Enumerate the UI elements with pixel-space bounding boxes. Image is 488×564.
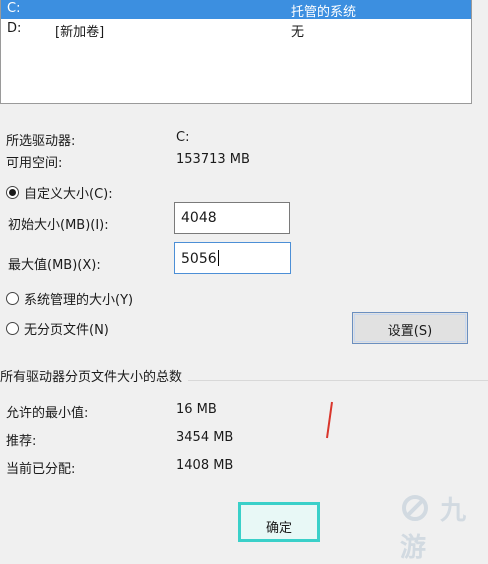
system-managed-label[interactable]: 系统管理的大小(Y) (24, 289, 133, 308)
max-size-input[interactable]: 5056 (174, 242, 291, 274)
max-size-value: 5056 (181, 251, 217, 267)
min-allowed-label: 允许的最小值: (6, 406, 89, 421)
selected-drive-label: 所选驱动器: (6, 134, 76, 149)
system-managed-radio[interactable] (6, 292, 19, 305)
totals-heading: 所有驱动器分页文件大小的总数 (0, 366, 189, 385)
recommended-value: 3454 MB (176, 430, 234, 445)
custom-size-radio[interactable] (6, 186, 19, 199)
initial-size-label: 初始大小(MB)(I): (8, 218, 109, 233)
text-caret (217, 250, 219, 266)
watermark-logo: 九游 (400, 490, 488, 564)
watermark-logo-icon (402, 495, 428, 521)
set-button[interactable]: 设置(S) (352, 312, 468, 344)
custom-size-label[interactable]: 自定义大小(C): (24, 183, 113, 202)
drive-letter: D: (7, 21, 22, 36)
free-space-value: 153713 MB (176, 152, 250, 167)
min-allowed-value: 16 MB (176, 402, 217, 417)
ok-button[interactable]: 确定 (238, 502, 320, 542)
drive-volume-label: [新加卷] (55, 25, 105, 40)
ok-button-label: 确定 (265, 521, 292, 536)
selected-drive-value: C: (176, 130, 190, 145)
initial-size-value: 4048 (181, 210, 217, 226)
free-space-label: 可用空间: (6, 156, 63, 171)
drive-letter: C: (7, 1, 21, 16)
annotation-arrow-icon (326, 401, 333, 439)
drive-list[interactable]: C: 托管的系统 D: [新加卷] 无 (0, 0, 472, 104)
no-paging-label[interactable]: 无分页文件(N) (24, 319, 109, 338)
max-size-label: 最大值(MB)(X): (8, 258, 101, 273)
current-allocated-value: 1408 MB (176, 458, 234, 473)
no-paging-radio[interactable] (6, 322, 19, 335)
drive-row-d[interactable]: D: [新加卷] 无 (1, 19, 471, 40)
set-button-label: 设置(S) (387, 324, 433, 339)
drive-paging-status: 托管的系统 (291, 5, 357, 20)
current-allocated-label: 当前已分配: (6, 462, 76, 477)
drive-paging-status: 无 (291, 25, 305, 40)
recommended-label: 推荐: (6, 434, 37, 449)
initial-size-input[interactable]: 4048 (174, 202, 290, 234)
drive-row-c[interactable]: C: 托管的系统 (1, 0, 471, 20)
